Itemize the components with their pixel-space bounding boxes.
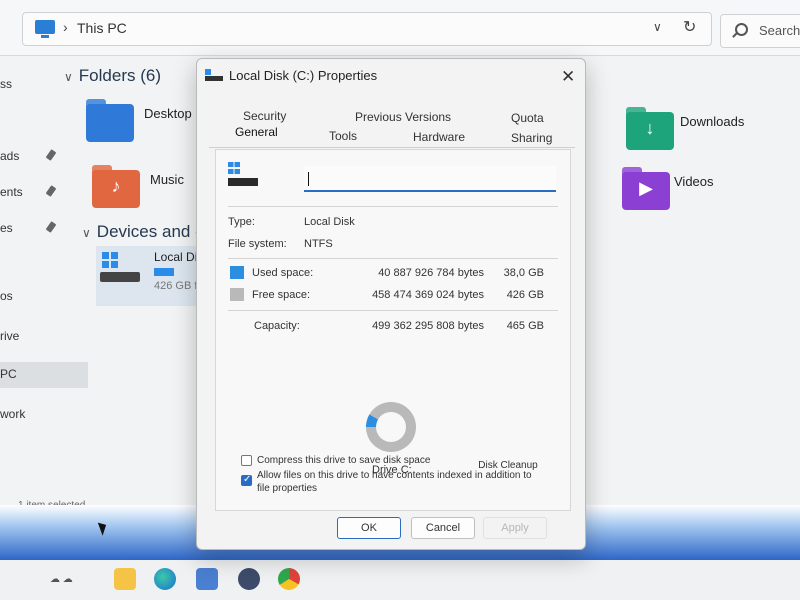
chrome-icon[interactable] bbox=[278, 568, 300, 590]
cancel-button[interactable]: Cancel bbox=[411, 517, 475, 539]
used-space-label: Used space: bbox=[252, 267, 314, 279]
used-space-gb: 38,0 GB bbox=[503, 267, 544, 279]
nav-item-this-pc[interactable]: PC bbox=[0, 362, 88, 388]
pin-icon bbox=[45, 149, 57, 161]
nav-item-network[interactable]: work bbox=[0, 402, 88, 428]
drive-icon bbox=[228, 178, 258, 186]
disk-usage-donut bbox=[366, 402, 416, 452]
close-icon[interactable]: ✕ bbox=[561, 67, 575, 87]
devices-heading: Devices and dr bbox=[96, 222, 211, 241]
compress-drive-label: Compress this drive to save disk space bbox=[257, 455, 431, 466]
pin-icon bbox=[45, 185, 57, 197]
free-space-bytes: 458 474 369 024 bytes bbox=[372, 289, 484, 301]
store-icon[interactable] bbox=[196, 568, 218, 590]
properties-dialog: Local Disk (C:) Properties ✕ Security Pr… bbox=[196, 58, 586, 550]
nav-item-downloads[interactable]: ads bbox=[0, 144, 88, 170]
drive-icon bbox=[205, 69, 223, 81]
used-space-swatch bbox=[230, 266, 244, 279]
free-space-swatch bbox=[230, 288, 244, 301]
folder-label: Videos bbox=[674, 174, 714, 189]
devices-section-header[interactable]: ∨ Devices and dr bbox=[82, 222, 210, 242]
nav-item-label: ss bbox=[0, 77, 12, 91]
drive-icon bbox=[100, 272, 140, 282]
search-icon bbox=[735, 23, 748, 36]
free-space-label: Free space: bbox=[252, 289, 311, 301]
windows-logo-icon bbox=[102, 252, 118, 268]
used-space-bytes: 40 887 926 784 bytes bbox=[378, 267, 484, 279]
type-label: Type: bbox=[228, 216, 255, 228]
divider bbox=[228, 258, 558, 259]
allow-indexing-label: Allow files on this drive to have conten… bbox=[257, 470, 532, 481]
nav-item-label: ents bbox=[0, 185, 23, 199]
refresh-icon[interactable]: ↻ bbox=[683, 17, 696, 37]
allow-indexing-label-line2: file properties bbox=[257, 483, 318, 494]
tab-sharing[interactable]: Sharing bbox=[511, 131, 552, 145]
file-system-value: NTFS bbox=[304, 238, 333, 250]
nav-item-label: ads bbox=[0, 149, 20, 163]
folder-label: Music bbox=[150, 172, 184, 187]
taskbar: ☁ ☁ bbox=[0, 560, 800, 600]
compress-drive-checkbox[interactable] bbox=[241, 455, 252, 466]
tab-general[interactable]: General bbox=[235, 125, 278, 139]
nav-item-pictures[interactable]: es bbox=[0, 216, 88, 242]
nav-item-label: es bbox=[0, 221, 13, 235]
tab-quota[interactable]: Quota bbox=[511, 111, 544, 125]
breadcrumb-separator-icon: › bbox=[63, 19, 68, 35]
this-pc-icon bbox=[35, 20, 55, 38]
folder-label: Desktop bbox=[144, 106, 192, 121]
tab-hardware[interactable]: Hardware bbox=[413, 130, 465, 144]
tab-tools[interactable]: Tools bbox=[329, 129, 357, 143]
allow-indexing-checkbox[interactable] bbox=[241, 474, 252, 486]
capacity-label: Capacity: bbox=[254, 320, 300, 332]
file-system-label: File system: bbox=[228, 238, 287, 250]
nav-item-onedrive[interactable]: rive bbox=[0, 324, 88, 350]
pin-icon bbox=[45, 221, 57, 233]
text-caret bbox=[308, 172, 309, 186]
divider bbox=[228, 206, 558, 207]
tab-divider bbox=[209, 147, 575, 148]
divider bbox=[228, 310, 558, 311]
chevron-down-icon: ∨ bbox=[82, 226, 91, 240]
apply-button[interactable]: Apply bbox=[483, 517, 547, 539]
nav-item-label: os bbox=[0, 289, 13, 303]
steam-icon[interactable] bbox=[238, 568, 260, 590]
search-input[interactable]: Search bbox=[720, 14, 800, 48]
nav-item-label: work bbox=[0, 407, 26, 421]
search-placeholder: Search bbox=[759, 23, 800, 38]
desktop-folder-icon bbox=[86, 99, 134, 142]
chevron-down-icon: ∨ bbox=[64, 70, 73, 84]
file-explorer-taskbar-icon[interactable] bbox=[114, 568, 136, 590]
address-bar-region: › This PC ∨ ↻ Search bbox=[0, 0, 800, 56]
weather-widget[interactable]: ☁ ☁ bbox=[50, 574, 73, 585]
capacity-gb: 465 GB bbox=[506, 320, 544, 332]
drive-usage-bar bbox=[154, 268, 174, 276]
navigation-pane: ss ads ents es os rive PC work bbox=[0, 56, 90, 516]
address-dropdown-chevron-icon[interactable]: ∨ bbox=[653, 20, 662, 34]
nav-item-documents[interactable]: ents bbox=[0, 180, 88, 206]
folders-section-header[interactable]: ∨ Folders (6) bbox=[64, 66, 161, 86]
folders-heading: Folders (6) bbox=[78, 66, 161, 85]
windows-logo-icon bbox=[228, 162, 240, 174]
breadcrumb-this-pc[interactable]: This PC bbox=[77, 20, 127, 36]
music-folder-icon: ♪ bbox=[92, 165, 140, 208]
capacity-bytes: 499 362 295 808 bytes bbox=[372, 320, 484, 332]
tab-previous-versions[interactable]: Previous Versions bbox=[355, 110, 451, 124]
nav-item-label: rive bbox=[0, 329, 20, 343]
edge-icon[interactable] bbox=[154, 568, 176, 590]
nav-item-videos[interactable]: os bbox=[0, 284, 88, 310]
ok-button[interactable]: OK bbox=[337, 517, 401, 539]
free-space-gb: 426 GB bbox=[506, 289, 544, 301]
downloads-folder-icon: ↓ bbox=[626, 107, 674, 150]
folder-label: Downloads bbox=[680, 114, 745, 129]
tab-security[interactable]: Security bbox=[243, 109, 286, 123]
videos-folder-icon: ▶ bbox=[622, 167, 670, 210]
address-bar[interactable]: › This PC ∨ ↻ bbox=[22, 12, 712, 46]
dialog-title: Local Disk (C:) Properties bbox=[229, 68, 378, 83]
volume-name-input[interactable] bbox=[304, 166, 556, 192]
type-value: Local Disk bbox=[304, 216, 355, 228]
nav-item-label: PC bbox=[0, 367, 17, 381]
